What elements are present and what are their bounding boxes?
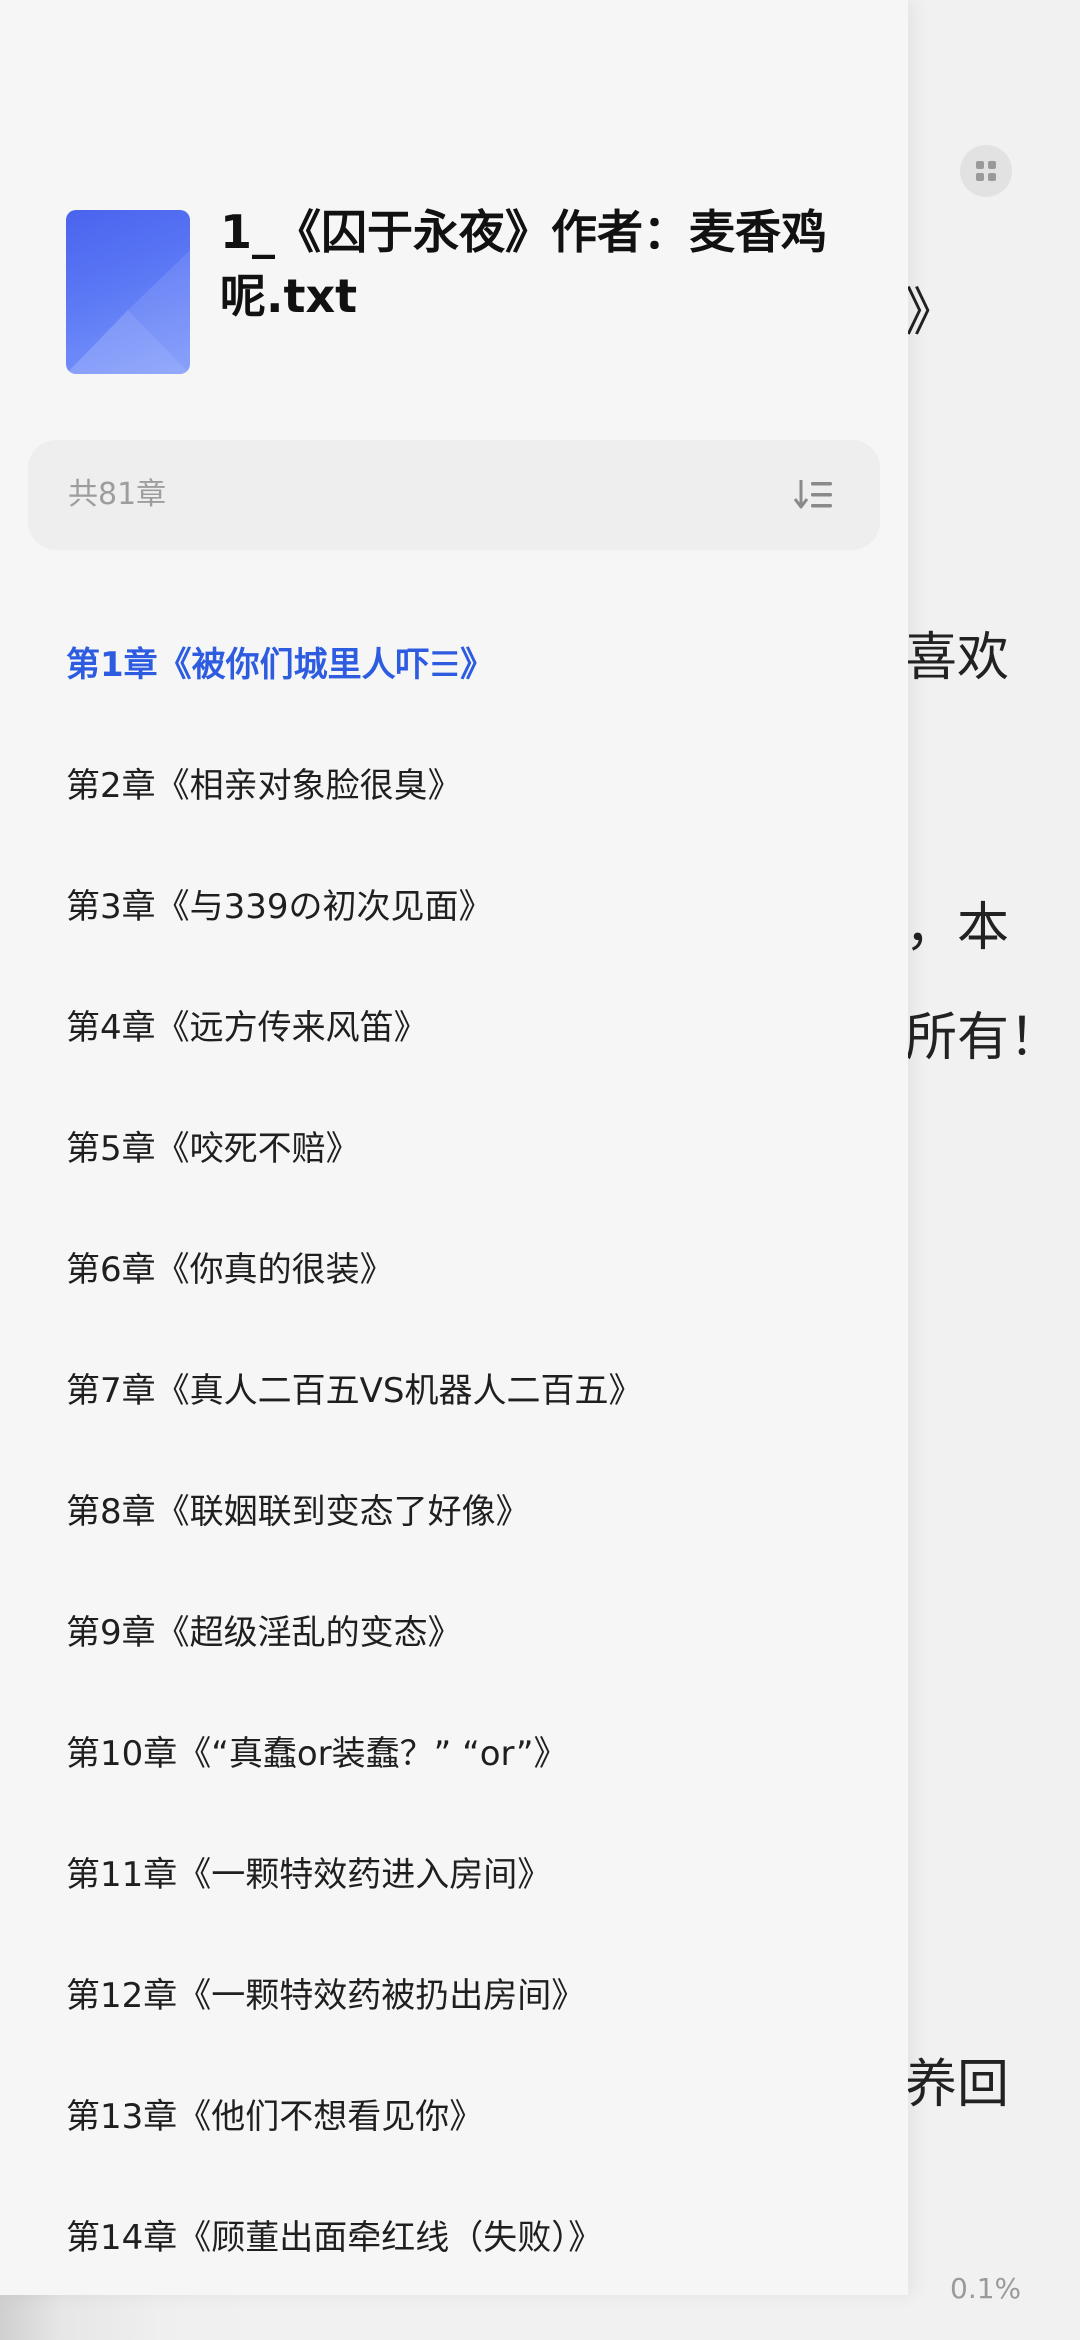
sort-order-button[interactable] [792, 473, 836, 517]
reader-menu-button[interactable] [960, 145, 1012, 197]
chapter-item[interactable]: 第12章《一颗特效药被扔出房间》 [66, 1961, 866, 2031]
reader-text-fragment: 》 [905, 283, 958, 343]
chapter-item[interactable]: 第10章《“真蠢or装蠢？” “or”》 [66, 1719, 866, 1789]
toc-drawer: 1_《囚于永夜》作者：麦香鸡呢.txt 共81章 第1章《被你们城里人吓☰》 第… [0, 0, 908, 2295]
chapter-summary-bar: 共81章 [28, 440, 880, 550]
chapter-item[interactable]: 第9章《超级淫乱的变态》 [66, 1598, 866, 1668]
reading-progress: 0.1% [950, 2272, 1022, 2305]
sort-order-icon [794, 480, 832, 509]
reader-text-fragment: ，本 [905, 898, 1010, 958]
chapter-item[interactable]: 第5章《咬死不赔》 [66, 1114, 866, 1184]
reader-text-fragment: 养回 [905, 2055, 1010, 2115]
chapter-item[interactable]: 第1章《被你们城里人吓☰》 [66, 630, 866, 700]
reader-text-fragment: 喜欢 [905, 628, 1010, 688]
chapter-item[interactable]: 第8章《联姻联到变态了好像》 [66, 1477, 866, 1547]
chapter-item[interactable]: 第3章《与339の初次见面》 [66, 872, 866, 942]
screen: 》 喜欢 ，本 所有！ 养回 0.1% 1_《囚于永夜》作者：麦香鸡呢.txt … [0, 0, 1080, 2340]
chapter-item[interactable]: 第6章《你真的很装》 [66, 1235, 866, 1305]
chapter-item[interactable]: 第14章《顾董出面牵红线（失败）》 [66, 2203, 866, 2273]
chapter-item[interactable]: 第2章《相亲对象脸很臭》 [66, 751, 866, 821]
book-cover [66, 210, 190, 374]
chapter-count: 共81章 [68, 477, 167, 512]
book-title: 1_《囚于永夜》作者：麦香鸡呢.txt [220, 205, 828, 323]
chapter-item[interactable]: 第11章《一颗特效药进入房间》 [66, 1840, 866, 1910]
chapter-item[interactable]: 第7章《真人二百五VS机器人二百五》 [66, 1356, 866, 1426]
chapter-item[interactable]: 第4章《远方传来风笛》 [66, 993, 866, 1063]
reader-text-fragment: 所有！ [905, 1008, 1062, 1068]
book-cover-art [66, 250, 190, 374]
grid-icon [976, 161, 996, 181]
chapter-item[interactable]: 第13章《他们不想看见你》 [66, 2082, 866, 2152]
